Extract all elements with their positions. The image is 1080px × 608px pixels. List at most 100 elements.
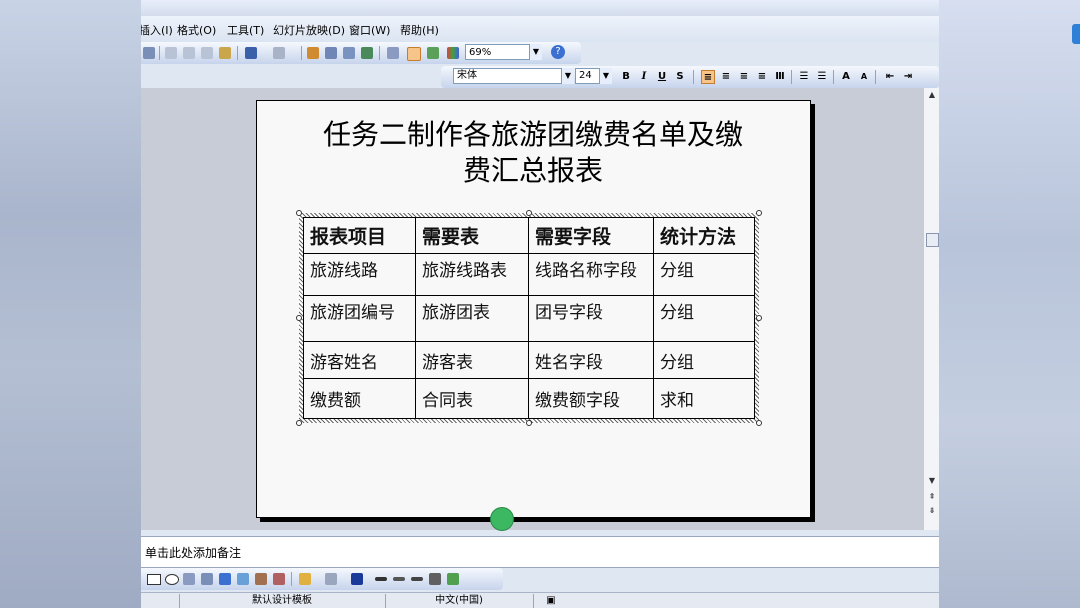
table-cell[interactable]: 缴费额字段	[528, 378, 654, 419]
scrollbar-thumb[interactable]	[926, 233, 939, 247]
toolbar-separator	[237, 46, 238, 60]
format-painter-icon[interactable]	[219, 47, 231, 59]
table-cell[interactable]: 线路名称字段	[528, 253, 654, 296]
clipart-icon[interactable]	[255, 573, 267, 585]
cut-icon[interactable]	[165, 47, 177, 59]
underline-button[interactable]: U	[655, 70, 669, 84]
insert-chart-icon[interactable]	[307, 47, 319, 59]
textbox-icon[interactable]	[183, 573, 195, 585]
table-cell[interactable]: 分组	[653, 295, 755, 342]
table-cell[interactable]: 缴费额	[303, 378, 416, 419]
picture-icon[interactable]	[273, 573, 285, 585]
table-cell[interactable]: 求和	[653, 378, 755, 419]
shadow-button[interactable]: S	[673, 70, 687, 84]
resize-handle[interactable]	[296, 210, 302, 216]
vertical-scrollbar[interactable]: ▲ ▼ ⇞ ⇟	[923, 88, 939, 530]
shadow-style-icon[interactable]	[429, 573, 441, 585]
oval-icon[interactable]	[165, 574, 179, 585]
redo-icon[interactable]	[273, 47, 285, 59]
rectangle-icon[interactable]	[147, 574, 161, 585]
font-color-icon[interactable]	[351, 573, 363, 585]
align-right-button[interactable]: ≡	[737, 70, 751, 84]
table-cell[interactable]: 游客姓名	[303, 341, 416, 379]
menu-window[interactable]: 窗口(W)	[349, 22, 390, 38]
color-icon[interactable]	[447, 47, 459, 59]
bold-button[interactable]: B	[619, 70, 633, 84]
distributed-button[interactable]: Ⅲ	[773, 70, 787, 84]
table-cell[interactable]: 游客表	[415, 341, 529, 379]
next-slide-icon[interactable]: ⇟	[924, 506, 939, 515]
font-size-dropdown-arrow[interactable]: ▼	[599, 68, 612, 84]
notes-pane[interactable]: 单击此处添加备注	[141, 536, 939, 568]
table-selection-frame[interactable]: 报表项目 需要表 需要字段 统计方法 旅游线路 旅游线路表 线路名称字段 分组 …	[296, 210, 762, 426]
justify-button[interactable]: ≡	[755, 70, 769, 84]
line-color-icon[interactable]	[325, 573, 337, 585]
increase-indent-icon[interactable]: ⇥	[901, 70, 915, 84]
resize-handle[interactable]	[296, 420, 302, 426]
table-cell[interactable]: 旅游团表	[415, 295, 529, 342]
menu-help[interactable]: 帮助(H)	[400, 22, 439, 38]
menu-tools[interactable]: 工具(T)	[227, 22, 264, 38]
formatting-toolbar: 宋体 ▼ 24 ▼ B I U S ≡ ≡ ≡ ≡ Ⅲ ☰ ☰ A A ⇤ ⇥	[441, 66, 939, 88]
table-header-cell[interactable]: 需要表	[415, 217, 529, 254]
vertical-textbox-icon[interactable]	[201, 573, 213, 585]
resize-handle[interactable]	[756, 210, 762, 216]
research-icon[interactable]	[143, 47, 155, 59]
spelling-status-icon[interactable]: ▣	[533, 594, 569, 608]
scroll-up-arrow[interactable]: ▲	[924, 90, 939, 99]
table-cell[interactable]: 分组	[653, 341, 755, 379]
resize-handle[interactable]	[756, 315, 762, 321]
slide[interactable]: 任务二制作各旅游团缴费名单及缴 费汇总报表 报表项目 需要表 需要字段 统计方法…	[256, 100, 811, 518]
table-header-cell[interactable]: 需要字段	[528, 217, 654, 254]
resize-handle[interactable]	[526, 210, 532, 216]
table-cell[interactable]: 旅游团编号	[303, 295, 416, 342]
align-center-button[interactable]: ≡	[719, 70, 733, 84]
numbering-icon[interactable]: ☰	[797, 70, 811, 84]
resize-handle[interactable]	[296, 315, 302, 321]
previous-slide-icon[interactable]: ⇞	[924, 492, 939, 501]
copy-icon[interactable]	[183, 47, 195, 59]
table-header-cell[interactable]: 报表项目	[303, 217, 416, 254]
fill-color-icon[interactable]	[299, 573, 311, 585]
insert-table-icon[interactable]	[325, 47, 337, 59]
font-name-dropdown-arrow[interactable]: ▼	[561, 68, 574, 84]
undo-icon[interactable]	[245, 47, 257, 59]
table-cell[interactable]: 旅游线路	[303, 253, 416, 296]
slide-title[interactable]: 任务二制作各旅游团缴费名单及缴 费汇总报表	[273, 117, 793, 189]
menu-insert[interactable]: 插入(I)	[141, 22, 173, 38]
font-name-combo[interactable]: 宋体	[453, 68, 573, 84]
table-cell[interactable]: 团号字段	[528, 295, 654, 342]
zoom-dropdown-arrow[interactable]: ▼	[529, 44, 542, 60]
table-cell[interactable]: 合同表	[415, 378, 529, 419]
table-cell[interactable]: 旅游线路表	[415, 253, 529, 296]
decrease-font-button[interactable]: A	[857, 70, 871, 84]
paste-icon[interactable]	[201, 47, 213, 59]
help-icon[interactable]: ?	[551, 45, 565, 59]
grayscale-icon[interactable]	[427, 47, 439, 59]
expand-all-icon[interactable]	[387, 47, 399, 59]
dash-style-icon[interactable]	[393, 577, 405, 581]
align-left-button[interactable]: ≡	[701, 70, 715, 84]
scroll-down-arrow[interactable]: ▼	[924, 476, 939, 485]
tables-borders-icon[interactable]	[343, 47, 355, 59]
decrease-indent-icon[interactable]: ⇤	[883, 70, 897, 84]
report-table[interactable]: 报表项目 需要表 需要字段 统计方法 旅游线路 旅游线路表 线路名称字段 分组 …	[303, 217, 755, 419]
increase-font-button[interactable]: A	[839, 70, 853, 84]
menu-slideshow[interactable]: 幻灯片放映(D)	[273, 22, 345, 38]
table-header-cell[interactable]: 统计方法	[653, 217, 755, 254]
resize-handle[interactable]	[526, 420, 532, 426]
table-cell[interactable]: 姓名字段	[528, 341, 654, 379]
menu-format[interactable]: 格式(O)	[177, 22, 216, 38]
italic-button[interactable]: I	[637, 70, 651, 84]
insert-clipart-icon[interactable]	[361, 47, 373, 59]
resize-handle[interactable]	[756, 420, 762, 426]
line-style-icon[interactable]	[375, 577, 387, 581]
arrow-style-icon[interactable]	[411, 577, 423, 581]
3d-style-icon[interactable]	[447, 573, 459, 585]
show-formatting-icon[interactable]	[407, 47, 421, 61]
wordart-icon[interactable]	[219, 573, 231, 585]
bullets-icon[interactable]: ☰	[815, 70, 829, 84]
toolbar-separator	[301, 46, 302, 60]
table-cell[interactable]: 分组	[653, 253, 755, 296]
diagram-icon[interactable]	[237, 573, 249, 585]
